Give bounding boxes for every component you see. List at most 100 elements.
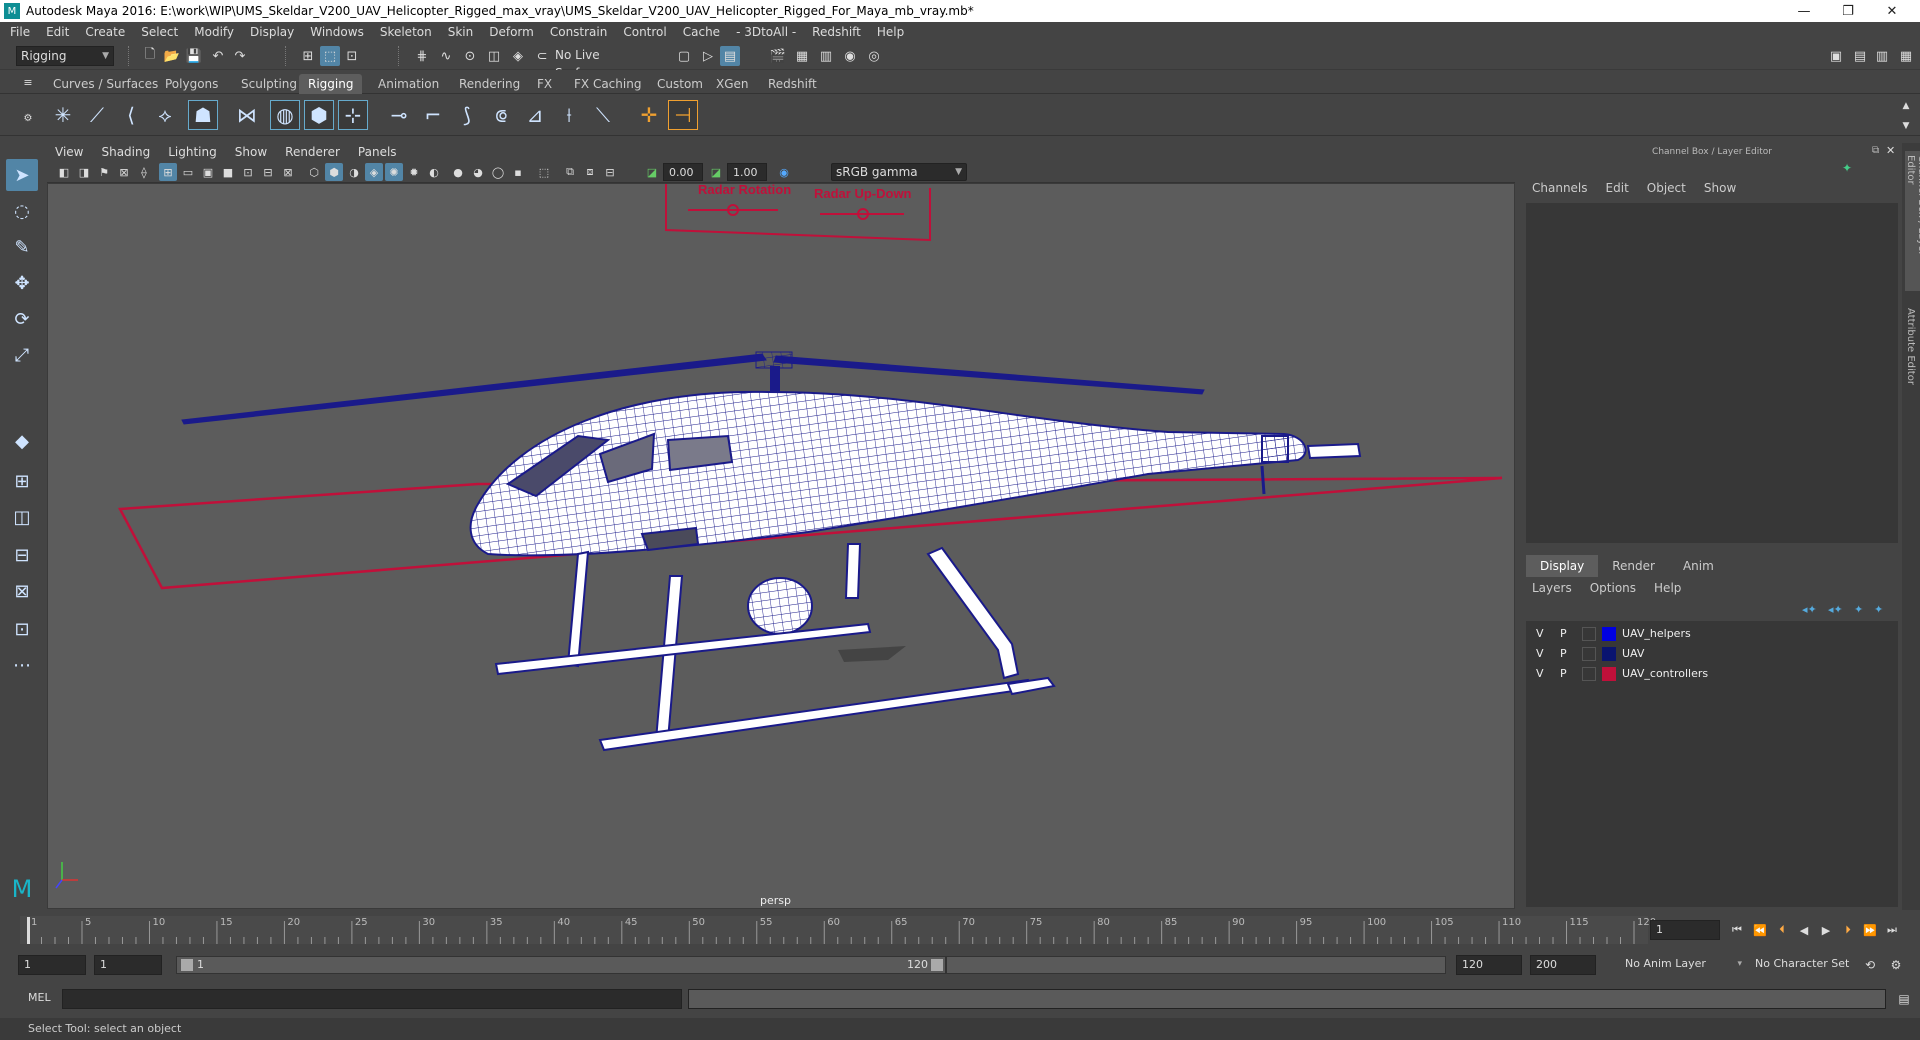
save-scene-icon[interactable]: 💾 <box>184 46 204 66</box>
perspective-viewport[interactable]: Radar Rotation Radar Up-Down persp <box>47 183 1515 909</box>
landing-gear-mesh[interactable] <box>494 543 1056 752</box>
close-button[interactable]: ✕ <box>1870 0 1914 22</box>
layer-row[interactable]: V P UAV <box>1526 645 1898 663</box>
backface-icon[interactable]: ⊟ <box>601 163 619 181</box>
viewport-menu-shading[interactable]: Shading <box>101 145 150 159</box>
open-scene-icon[interactable]: 📂 <box>162 46 182 66</box>
move-tool-icon[interactable]: ✥ <box>6 267 38 299</box>
shelf-tab-custom[interactable]: Custom <box>648 74 712 94</box>
flat-shade-icon[interactable]: ◑ <box>345 163 363 181</box>
smooth-shade-icon[interactable]: ⬢ <box>325 163 343 181</box>
channel-box-menu-edit[interactable]: Edit <box>1606 181 1629 197</box>
insert-joint-icon[interactable]: ⟡ <box>150 100 180 130</box>
new-layer-selected-icon[interactable]: ✦ <box>1874 603 1883 616</box>
shelf-tab-fx[interactable]: FX <box>528 74 561 94</box>
viewport-menu-panels[interactable]: Panels <box>358 145 397 159</box>
play-forwards-icon[interactable]: ▶ <box>1816 920 1836 940</box>
shelf-tab-rendering[interactable]: Rendering <box>450 74 529 94</box>
ik-spline-icon[interactable]: ⟨ <box>116 100 146 130</box>
new-scene-icon[interactable]: 🗋 <box>140 46 160 66</box>
select-hierarchy-icon[interactable]: ⊞ <box>298 46 318 66</box>
layer-color-swatch[interactable] <box>1602 647 1616 661</box>
blendshape-icon[interactable]: ⟍ <box>588 100 618 130</box>
minimize-button[interactable]: — <box>1782 0 1826 22</box>
anim-preferences-icon[interactable]: ⚙ <box>1886 955 1906 975</box>
bookmark-icon[interactable]: ⚑ <box>95 163 113 181</box>
humanik-icon[interactable]: ☗ <box>188 100 218 130</box>
layer-tab-anim[interactable]: Anim <box>1669 555 1728 577</box>
layer-menu-layers[interactable]: Layers <box>1532 581 1572 597</box>
snap-grid-icon[interactable]: ⋕ <box>412 46 432 66</box>
isolate-select-icon[interactable]: ⬚ <box>535 163 553 181</box>
shelf-tab-fx-caching[interactable]: FX Caching <box>565 74 650 94</box>
render-view-icon[interactable]: ▥ <box>816 46 836 66</box>
go-to-start-icon[interactable]: ⏮ <box>1727 920 1747 940</box>
history-icon[interactable]: ▢ <box>674 46 694 66</box>
go-to-end-icon[interactable]: ⏭ <box>1882 920 1902 940</box>
move-layer-down-icon[interactable]: ◂✦ <box>1828 603 1843 616</box>
step-forward-icon[interactable]: ⏩ <box>1860 920 1880 940</box>
shelf-tab-animation[interactable]: Animation <box>369 74 448 94</box>
xray-icon[interactable]: ✺ <box>385 163 403 181</box>
bind-skin-icon[interactable]: ◍ <box>270 100 300 130</box>
wrap-icon[interactable]: ⟊ <box>554 100 584 130</box>
single-layout-icon[interactable]: ◆ <box>6 425 38 457</box>
shelf-tab-polygons[interactable]: Polygons <box>156 74 227 94</box>
layer-menu-help[interactable]: Help <box>1654 581 1681 597</box>
shadows-icon[interactable]: ◐ <box>425 163 443 181</box>
gamma-icon[interactable]: ◪ <box>707 163 725 181</box>
image-plane-icon[interactable]: ⊠ <box>115 163 133 181</box>
cluster-icon[interactable]: ⊸ <box>384 100 414 130</box>
snap-view-icon[interactable]: ◫ <box>484 46 504 66</box>
channel-box-menu-show[interactable]: Show <box>1704 181 1736 197</box>
layer-name[interactable]: UAV <box>1622 647 1644 660</box>
channel-box-manipulator-icon[interactable]: ✦ <box>1842 161 1852 175</box>
modeling-toolkit-icon[interactable]: ▣ <box>1826 46 1846 66</box>
menu-file[interactable]: File <box>10 25 30 39</box>
tool-settings-toggle-icon[interactable]: ▥ <box>1872 46 1892 66</box>
ipr-render-icon[interactable]: ▦ <box>792 46 812 66</box>
wire-icon[interactable]: ⟆ <box>452 100 482 130</box>
layer-visibility-toggle[interactable]: V <box>1536 647 1544 660</box>
menu-edit[interactable]: Edit <box>46 25 69 39</box>
layer-name[interactable]: UAV_controllers <box>1622 667 1708 680</box>
shelf-tab-curves-surfaces[interactable]: Curves / Surfaces <box>44 74 167 94</box>
start-time-field[interactable]: 1 <box>18 955 86 975</box>
exposure-icon[interactable]: ◪ <box>643 163 661 181</box>
layer-display-type[interactable] <box>1582 627 1596 641</box>
hypershade-icon[interactable]: ◉ <box>840 46 860 66</box>
range-end-handle[interactable] <box>931 959 943 971</box>
wireframe-on-shaded-icon[interactable]: ◈ <box>365 163 383 181</box>
outliner-layout-icon[interactable]: ⊟ <box>6 539 38 571</box>
play-backwards-icon[interactable]: ◀ <box>1794 920 1814 940</box>
layer-menu-options[interactable]: Options <box>1590 581 1636 597</box>
step-forward-key-icon[interactable]: ⏵ <box>1838 920 1858 940</box>
interactive-bind-icon[interactable]: ⊹ <box>338 100 368 130</box>
xray-joints-icon[interactable]: ⧉ <box>561 163 579 181</box>
side-tab-channel-box[interactable]: Channel Box / Layer Editor <box>1905 151 1920 291</box>
select-tool-icon[interactable]: ➤ <box>6 159 38 191</box>
create-joints-icon[interactable]: ✳ <box>48 100 78 130</box>
range-start-handle[interactable] <box>181 959 193 971</box>
soft-mod-icon[interactable]: ⊿ <box>520 100 550 130</box>
render-frame-icon[interactable]: 🎬 <box>768 46 788 66</box>
step-back-icon[interactable]: ⏪ <box>1750 920 1770 940</box>
field-chart-icon[interactable]: ⊡ <box>239 163 257 181</box>
color-space-dropdown[interactable]: sRGB gamma ▼ <box>831 163 967 181</box>
magnet-icon[interactable]: ⊂ <box>532 46 552 66</box>
current-time-marker[interactable] <box>27 917 30 944</box>
layer-color-swatch[interactable] <box>1602 667 1616 681</box>
camera-attributes-icon[interactable]: ◨ <box>75 163 93 181</box>
menu-constrain[interactable]: Constrain <box>550 25 608 39</box>
character-set-dropdown[interactable]: No Character Set <box>1750 955 1856 975</box>
main-rotor-blade[interactable] <box>773 355 1205 395</box>
attribute-editor-toggle-icon[interactable]: ▤ <box>1850 46 1870 66</box>
rotate-tool-icon[interactable]: ⟳ <box>6 303 38 335</box>
close-panel-icon[interactable]: ✕ <box>1886 144 1895 157</box>
paint-select-icon[interactable]: ✎ <box>6 231 38 263</box>
layer-playback-toggle[interactable]: P <box>1560 627 1567 640</box>
safe-title-icon[interactable]: ⊠ <box>279 163 297 181</box>
radar-controller-panel[interactable]: Radar Rotation Radar Up-Down <box>665 184 931 242</box>
safe-action-icon[interactable]: ⊟ <box>259 163 277 181</box>
anti-aliasing-icon[interactable]: ◯ <box>489 163 507 181</box>
